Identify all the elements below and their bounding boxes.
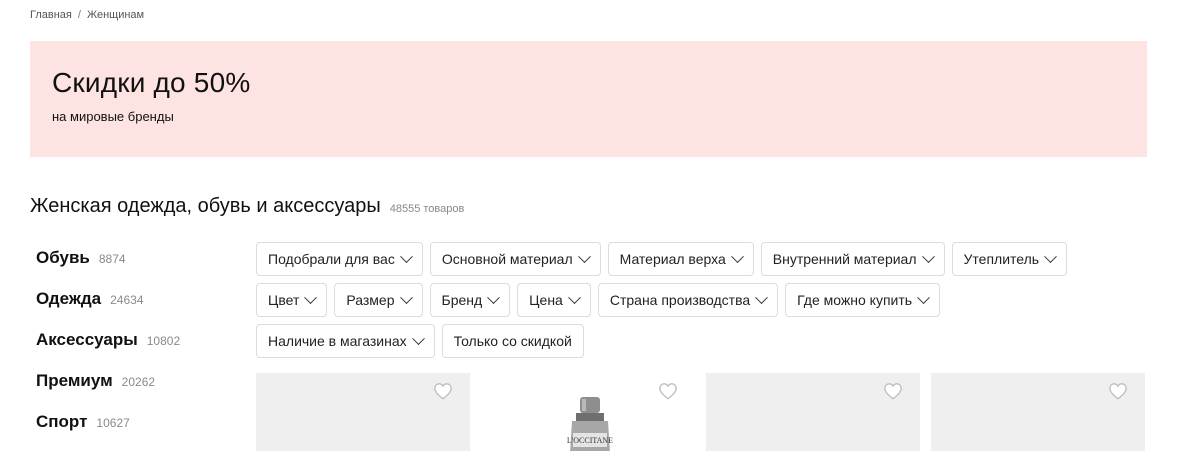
product-card[interactable] <box>706 373 920 451</box>
chevron-down-icon <box>1044 249 1057 263</box>
category-item-accessories[interactable]: Аксессуары 10802 <box>36 330 180 371</box>
heart-icon[interactable] <box>883 382 903 400</box>
filter-size[interactable]: Размер <box>334 283 423 317</box>
category-item-clothing[interactable]: Одежда 24634 <box>36 289 180 330</box>
breadcrumb-women[interactable]: Женщинам <box>87 9 144 21</box>
chevron-down-icon <box>567 290 581 304</box>
chevron-down-icon <box>755 290 769 304</box>
chevron-down-icon <box>917 290 930 304</box>
product-brand: L'OCCITANE <box>567 436 613 445</box>
filter-bar: Подобрали для вас Основной материал Мате… <box>256 242 1136 365</box>
category-count: 24634 <box>110 293 144 307</box>
filter-row: Наличие в магазинах Только со скидкой <box>256 324 1136 358</box>
category-item-premium[interactable]: Премиум 20262 <box>36 371 180 412</box>
filter-label: Где можно купить <box>797 292 913 308</box>
page-title: Женская одежда, обувь и аксессуары <box>30 195 381 217</box>
chevron-down-icon <box>304 290 318 304</box>
category-item-sport[interactable]: Спорт 10627 <box>36 412 180 451</box>
chevron-down-icon <box>730 249 744 263</box>
product-count: 48555 товаров <box>389 203 465 215</box>
breadcrumb-separator: / <box>77 9 81 21</box>
filter-country[interactable]: Страна производства <box>597 283 779 317</box>
filter-brand[interactable]: Бренд <box>429 283 511 317</box>
filter-color[interactable]: Цвет <box>256 283 328 317</box>
category-count: 10627 <box>96 416 130 430</box>
product-card[interactable]: L'OCCITANE <box>481 373 695 451</box>
heart-icon[interactable] <box>1108 382 1128 400</box>
breadcrumb-home[interactable]: Главная <box>30 9 72 21</box>
category-count: 8874 <box>98 252 126 266</box>
filter-label: Утеплитель <box>963 251 1040 267</box>
product-grid: L'OCCITANE <box>256 373 1145 451</box>
category-name: Одежда <box>36 289 102 308</box>
category-item-shoes[interactable]: Обувь 8874 <box>36 248 180 289</box>
banner-title: Скидки до 50% <box>52 67 251 98</box>
category-count: 20262 <box>121 375 156 389</box>
category-name: Премиум <box>36 371 113 390</box>
filter-label: Страна производства <box>609 292 751 308</box>
filter-label: Наличие в магазинах <box>268 333 407 349</box>
banner-subtitle: на мировые бренды <box>52 109 174 124</box>
catalog-header: Женская одежда, обувь и аксессуары 48555… <box>30 195 464 218</box>
filter-label: Цена <box>529 292 563 308</box>
filter-label: Бренд <box>441 292 483 308</box>
filter-in-stores[interactable]: Наличие в магазинах <box>256 324 435 358</box>
filter-inner-material[interactable]: Внутренний материал <box>760 242 945 276</box>
category-count: 10802 <box>146 334 181 348</box>
promo-banner[interactable]: Скидки до 50% на мировые бренды <box>30 41 1147 157</box>
filter-insulation[interactable]: Утеплитель <box>951 242 1068 276</box>
heart-icon[interactable] <box>433 382 453 400</box>
chevron-down-icon <box>577 249 591 263</box>
chevron-down-icon <box>921 249 935 263</box>
filter-where-to-buy[interactable]: Где можно купить <box>785 283 941 317</box>
filter-recommended[interactable]: Подобрали для вас <box>256 242 423 276</box>
filter-label: Подобрали для вас <box>268 251 395 267</box>
product-card[interactable] <box>931 373 1145 451</box>
filter-label: Внутренний материал <box>772 251 917 267</box>
category-name: Спорт <box>36 412 88 431</box>
product-card[interactable] <box>256 373 470 451</box>
chevron-down-icon <box>399 249 413 263</box>
chevron-down-icon <box>411 331 425 345</box>
filter-label: Основной материал <box>441 251 573 267</box>
category-list: Обувь 8874 Одежда 24634 Аксессуары 10802… <box>36 248 180 451</box>
category-name: Обувь <box>36 248 90 267</box>
filter-price[interactable]: Цена <box>517 283 591 317</box>
filter-discount-only-toggle[interactable]: Только со скидкой <box>441 324 584 358</box>
filter-row: Цвет Размер Бренд Цена Страна производст… <box>256 283 1136 317</box>
filter-label: Материал верха <box>619 251 726 267</box>
filter-main-material[interactable]: Основной материал <box>429 242 601 276</box>
chevron-down-icon <box>487 290 501 304</box>
category-name: Аксессуары <box>36 330 138 349</box>
heart-icon[interactable] <box>658 382 678 400</box>
filter-label: Цвет <box>268 292 300 308</box>
product-image: L'OCCITANE <box>567 397 613 451</box>
breadcrumb: Главная / Женщинам <box>30 9 144 21</box>
chevron-down-icon <box>399 290 413 304</box>
filter-label: Размер <box>346 292 395 308</box>
filter-label: Только со скидкой <box>453 333 572 349</box>
filter-row: Подобрали для вас Основной материал Мате… <box>256 242 1136 276</box>
filter-upper-material[interactable]: Материал верха <box>607 242 754 276</box>
